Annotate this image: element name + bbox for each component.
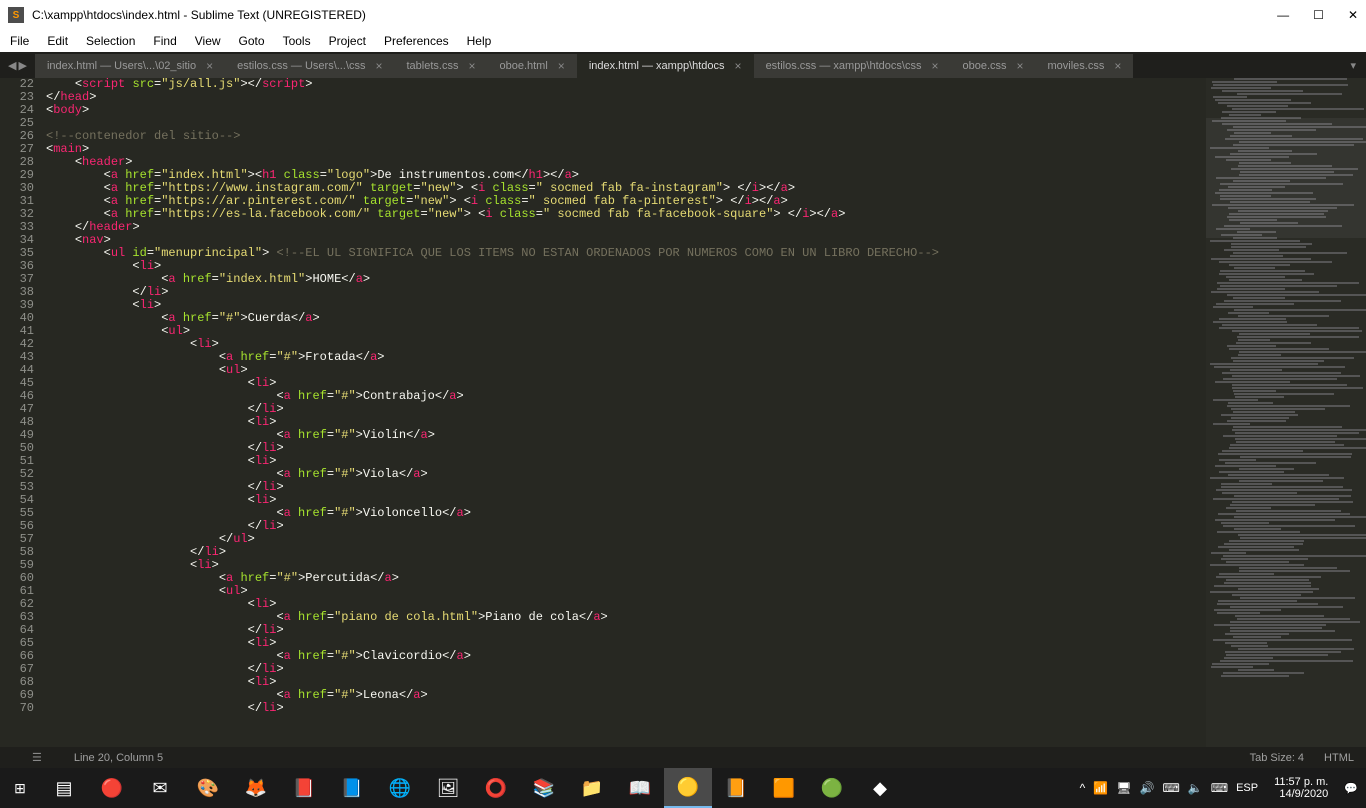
- minimap-viewport[interactable]: [1206, 118, 1366, 238]
- status-icon[interactable]: ☰: [32, 751, 42, 764]
- tab-nav-right-icon[interactable]: ▶: [18, 59, 26, 72]
- menu-tools[interactable]: Tools: [283, 34, 311, 48]
- taskbar-app-icon[interactable]: ✉: [136, 768, 184, 808]
- taskbar-app-icon[interactable]: ▤: [40, 768, 88, 808]
- tab-size[interactable]: Tab Size: 4: [1250, 752, 1304, 764]
- close-button[interactable]: ✕: [1348, 8, 1358, 22]
- tray-icon[interactable]: 🖥: [1116, 781, 1131, 795]
- taskbar-app-icon[interactable]: 📖: [616, 768, 664, 808]
- taskbar-app-icon[interactable]: ◆: [856, 768, 904, 808]
- tray-icon[interactable]: 🔈: [1188, 781, 1203, 795]
- menu-preferences[interactable]: Preferences: [384, 34, 449, 48]
- file-tab[interactable]: index.html — xampp\htdocs ×: [577, 53, 754, 78]
- menu-goto[interactable]: Goto: [239, 34, 265, 48]
- menu-file[interactable]: File: [10, 34, 29, 48]
- tab-nav-left-icon[interactable]: ◀: [8, 59, 16, 72]
- keyboard-language[interactable]: ESP: [1236, 782, 1258, 794]
- taskbar-app-icon[interactable]: 📕: [280, 768, 328, 808]
- tray-icon[interactable]: ⌨: [1211, 781, 1228, 795]
- taskbar-app-icon[interactable]: ⭕: [472, 768, 520, 808]
- file-tab[interactable]: moviles.css ×: [1036, 53, 1134, 78]
- title-bar: S C:\xampp\htdocs\index.html - Sublime T…: [0, 0, 1366, 30]
- tab-close-icon[interactable]: ×: [375, 59, 382, 73]
- menu-find[interactable]: Find: [153, 34, 176, 48]
- file-tab[interactable]: index.html — Users\...\02_sitio ×: [35, 53, 225, 78]
- status-bar: ☰ Line 20, Column 5 Tab Size: 4 HTML: [0, 747, 1366, 768]
- tray-icon[interactable]: 📶: [1093, 781, 1108, 795]
- tab-close-icon[interactable]: ×: [468, 59, 475, 73]
- cursor-position: Line 20, Column 5: [74, 752, 163, 764]
- taskbar-app-icon[interactable]: 🦊: [232, 768, 280, 808]
- tray-icon[interactable]: ⌨: [1162, 781, 1179, 795]
- tab-close-icon[interactable]: ×: [206, 59, 213, 73]
- tab-bar: ◀ ▶ index.html — Users\...\02_sitio×esti…: [0, 52, 1366, 78]
- app-icon: S: [8, 7, 24, 23]
- tab-close-icon[interactable]: ×: [1114, 59, 1121, 73]
- tab-close-icon[interactable]: ×: [558, 59, 565, 73]
- tray-icon[interactable]: 🔊: [1140, 781, 1155, 795]
- tab-label: estilos.css — xampp\htdocs\css: [766, 60, 922, 72]
- taskbar-app-icon[interactable]: 🟢: [808, 768, 856, 808]
- maximize-button[interactable]: ☐: [1313, 8, 1324, 22]
- file-tab[interactable]: estilos.css — xampp\htdocs\css ×: [754, 53, 951, 78]
- tab-label: oboe.html: [499, 60, 547, 72]
- taskbar-app-icon[interactable]: 🟧: [760, 768, 808, 808]
- notifications-icon[interactable]: 💬: [1344, 782, 1358, 795]
- line-number-gutter: 2223242526272829303132333435363738394041…: [0, 78, 46, 747]
- menu-selection[interactable]: Selection: [86, 34, 135, 48]
- file-tab[interactable]: oboe.css ×: [950, 53, 1035, 78]
- syntax-language[interactable]: HTML: [1324, 752, 1354, 764]
- window-title: C:\xampp\htdocs\index.html - Sublime Tex…: [32, 8, 1277, 22]
- menu-edit[interactable]: Edit: [47, 34, 68, 48]
- system-clock[interactable]: 11:57 p. m. 14/9/2020: [1266, 776, 1336, 800]
- menu-view[interactable]: View: [195, 34, 221, 48]
- code-area[interactable]: <script src="js/all.js"></script></head>…: [46, 78, 1206, 747]
- windows-taskbar: ⊞ ▤🔴✉🎨🦊📕📘🌐🖼⭕📚📁📖🟡📙🟧🟢◆ ^ 📶 🖥 🔊 ⌨ 🔈 ⌨ ESP 11:57 p…: [0, 768, 1366, 808]
- taskbar-app-icon[interactable]: 📚: [520, 768, 568, 808]
- minimize-button[interactable]: —: [1277, 8, 1289, 22]
- menu-bar: File Edit Selection Find View Goto Tools…: [0, 30, 1366, 52]
- file-tab[interactable]: oboe.html ×: [487, 53, 576, 78]
- file-tab[interactable]: tablets.css ×: [395, 53, 488, 78]
- start-button[interactable]: ⊞: [0, 768, 40, 808]
- tab-label: index.html — Users\...\02_sitio: [47, 60, 196, 72]
- taskbar-app-icon[interactable]: 🖼: [424, 768, 472, 808]
- file-tab[interactable]: estilos.css — Users\...\css ×: [225, 53, 394, 78]
- taskbar-app-icon[interactable]: 🔴: [88, 768, 136, 808]
- taskbar-app-icon[interactable]: 📁: [568, 768, 616, 808]
- tab-label: moviles.css: [1048, 60, 1105, 72]
- taskbar-app-icon[interactable]: 📘: [328, 768, 376, 808]
- tab-close-icon[interactable]: ×: [931, 59, 938, 73]
- tab-label: tablets.css: [407, 60, 459, 72]
- tab-label: estilos.css — Users\...\css: [237, 60, 365, 72]
- menu-help[interactable]: Help: [467, 34, 492, 48]
- tab-label: index.html — xampp\htdocs: [589, 60, 725, 72]
- editor-area: 2223242526272829303132333435363738394041…: [0, 78, 1366, 747]
- tab-dropdown-icon[interactable]: ▾: [1340, 59, 1366, 72]
- taskbar-app-icon[interactable]: 🎨: [184, 768, 232, 808]
- minimap[interactable]: [1206, 78, 1366, 747]
- taskbar-app-icon[interactable]: 🌐: [376, 768, 424, 808]
- taskbar-app-icon[interactable]: 🟡: [664, 768, 712, 808]
- taskbar-app-icon[interactable]: 📙: [712, 768, 760, 808]
- tray-icon[interactable]: ^: [1080, 781, 1086, 795]
- menu-project[interactable]: Project: [329, 34, 366, 48]
- tab-close-icon[interactable]: ×: [1017, 59, 1024, 73]
- tab-label: oboe.css: [962, 60, 1006, 72]
- tab-close-icon[interactable]: ×: [735, 59, 742, 73]
